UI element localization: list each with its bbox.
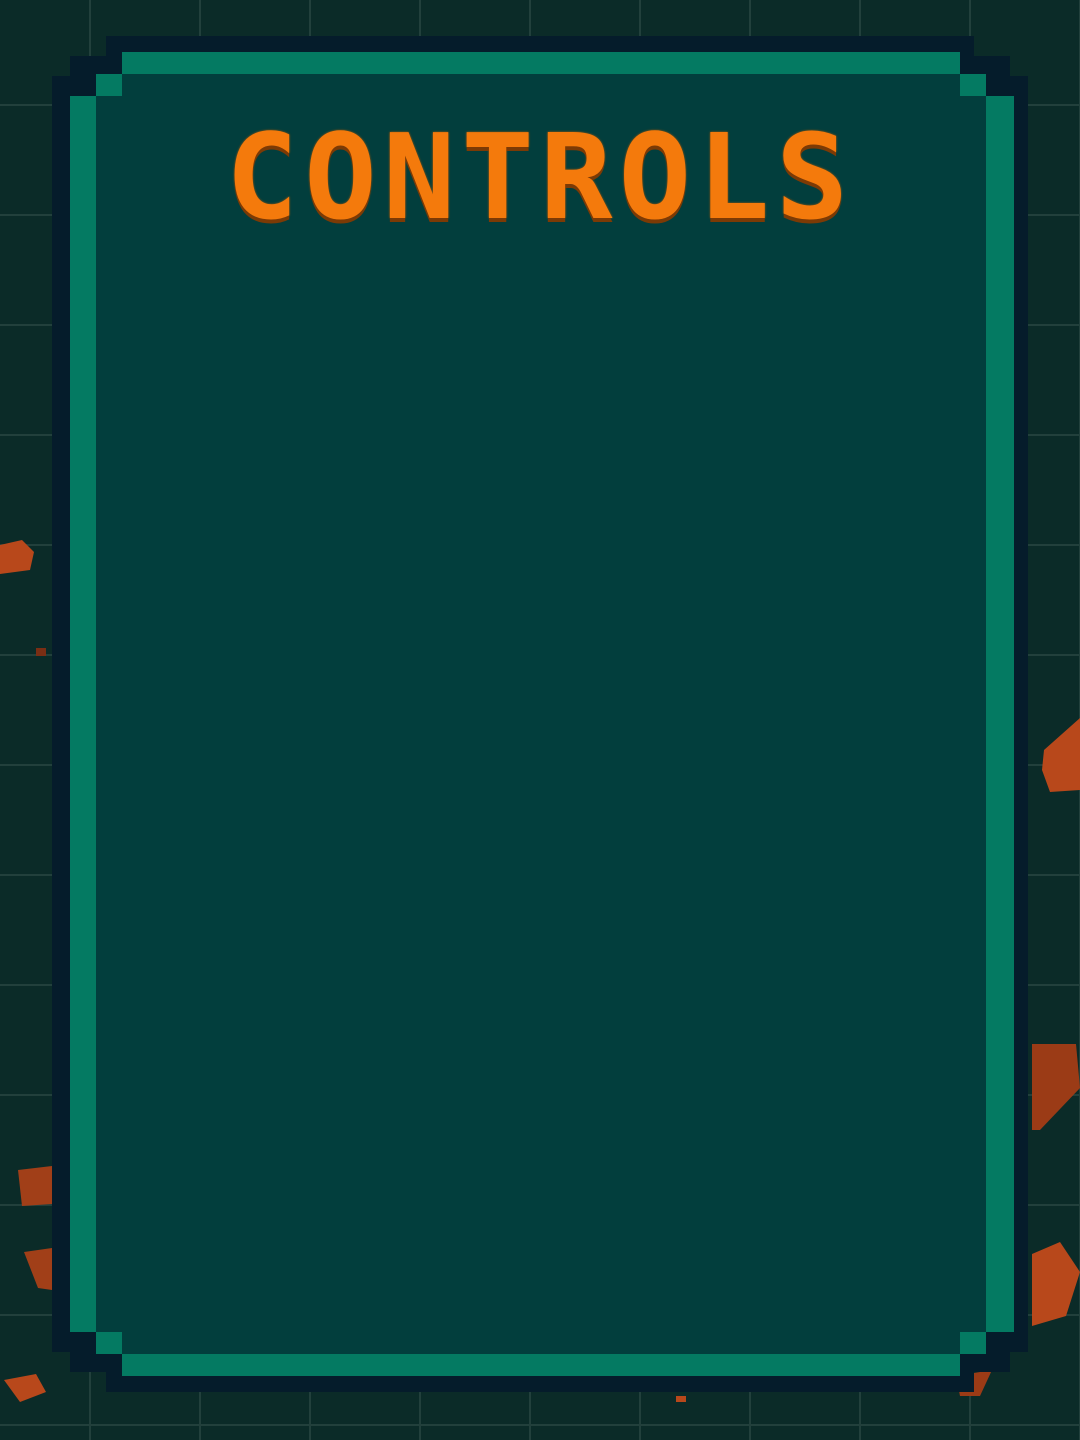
panel-title: CONTROLS xyxy=(225,108,855,246)
controls-screen: CONTROLS xyxy=(0,0,1080,1440)
panel-body xyxy=(96,96,986,1332)
brick-chunk xyxy=(36,648,46,656)
brick-chunk xyxy=(676,1396,686,1402)
brick-chunk xyxy=(18,1166,52,1206)
